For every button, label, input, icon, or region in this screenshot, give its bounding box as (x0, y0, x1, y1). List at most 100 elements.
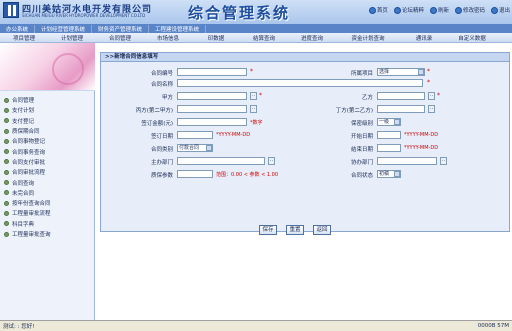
contract-name-label: 合同名称 (150, 82, 173, 88)
bullet-icon (4, 128, 9, 134)
contract-type-select[interactable]: 付款合同 (177, 144, 213, 152)
contract-name-input[interactable] (177, 79, 423, 87)
chevron-down-icon (206, 145, 212, 151)
secret-select[interactable]: 一级 (377, 118, 401, 126)
home-icon (368, 6, 376, 14)
contract-type-label: 合同类别 (150, 147, 173, 153)
forum-icon (393, 6, 401, 14)
party-b-input[interactable] (377, 92, 425, 100)
required-mark: * (259, 92, 262, 99)
company-logo (3, 2, 19, 18)
nav-construction[interactable]: 工程建设管理系统 (149, 24, 207, 33)
system-title: 综合管理系统 (188, 4, 291, 22)
contract-no-input[interactable] (177, 68, 247, 76)
bullet-icon (4, 118, 9, 124)
tab-print[interactable]: 印数据 (192, 34, 240, 42)
nav-office[interactable]: 办公系统 (0, 24, 36, 33)
home-link[interactable]: 首页 (368, 6, 388, 14)
chevron-down-icon (394, 119, 400, 125)
amount-input[interactable] (177, 118, 247, 126)
save-button[interactable]: 保存 (259, 225, 277, 235)
bullet-icon (4, 190, 9, 196)
party-d-input[interactable] (377, 105, 425, 113)
sidebar-item[interactable]: 未完合同 (4, 188, 94, 198)
party-d-label: 丁方(第二乙方) (335, 108, 373, 114)
tab-custom[interactable]: 自定义数据 (448, 34, 496, 42)
bullet-icon (4, 97, 9, 103)
required-mark: * (427, 79, 430, 86)
tab-market[interactable]: 市场信息 (144, 34, 192, 42)
back-button[interactable]: 返回 (313, 225, 331, 235)
sign-date-hint: *YYYY-MM-DD (216, 132, 251, 138)
bullet-icon (4, 200, 9, 206)
sidebar-item[interactable]: 质保期合同 (4, 126, 94, 136)
reset-button[interactable]: 重置 (286, 225, 304, 235)
tab-plan[interactable]: 计划管理 (48, 34, 96, 42)
logout-icon (490, 6, 498, 14)
end-date-hint: *YYYY-MM-DD (404, 145, 439, 151)
refresh-icon (429, 6, 437, 14)
tab-project[interactable]: 项目管理 (0, 34, 48, 42)
sidebar-item[interactable]: 合同支付审批 (4, 157, 94, 167)
tab-contract[interactable]: 合同管理 (96, 34, 144, 42)
party-a-picker-button[interactable]: .. (250, 92, 257, 100)
sidebar-item[interactable]: 支付计划 (4, 105, 94, 115)
sidebar-item[interactable]: 按年份查询合同 (4, 198, 94, 208)
sidebar-item[interactable]: 工程量审批流程 (4, 208, 94, 218)
party-c-input[interactable] (177, 105, 247, 113)
logout-link[interactable]: 退出 (490, 6, 510, 14)
party-c-picker-button[interactable]: .. (250, 105, 257, 113)
chevron-down-icon (418, 69, 424, 75)
status-right: 0000B 57M (477, 323, 509, 329)
start-date-input[interactable] (377, 131, 401, 139)
bullet-icon (4, 107, 9, 113)
party-c-label: 丙方(第二甲方) (135, 108, 173, 114)
sidebar-item[interactable]: 支付登记 (4, 116, 94, 126)
sidebar-item[interactable]: 合同事物登记 (4, 136, 94, 146)
sidebar-item[interactable]: 合同事务查询 (4, 146, 94, 156)
status-text: 测试: : 您好! (3, 324, 35, 330)
bullet-icon (4, 221, 9, 227)
main-content: >>新增合同信息填写 合同编号 * 所属项目 选择 * 合同名称 * 甲方 ..… (96, 43, 512, 320)
sidebar-item[interactable]: 工程量审批查询 (4, 229, 94, 239)
end-date-label: 结束日期 (350, 147, 373, 153)
amount-hint: *数字 (250, 120, 263, 126)
nav-finance[interactable]: 财务资产管理系统 (92, 24, 150, 33)
bullet-icon (4, 138, 9, 144)
bullet-icon (4, 159, 9, 165)
main-dept-picker-button[interactable]: .. (268, 157, 275, 165)
warranty-input[interactable] (177, 170, 213, 178)
tab-funding[interactable]: 资金计划查询 (336, 34, 400, 42)
bullet-icon (4, 231, 9, 237)
party-b-picker-button[interactable]: .. (428, 92, 435, 100)
sidebar-item[interactable]: 合同管理 (4, 95, 94, 105)
sidebar-menu: 合同管理 支付计划 支付登记 质保期合同 合同事物登记 合同事务查询 合同支付审… (0, 91, 94, 239)
main-dept-input[interactable] (177, 157, 265, 165)
assist-dept-picker-button[interactable]: .. (440, 157, 447, 165)
party-d-picker-button[interactable]: .. (428, 105, 435, 113)
bullet-icon (4, 210, 9, 216)
status-select[interactable]: 初稿 (377, 170, 401, 178)
refresh-link[interactable]: 刷新 (429, 6, 449, 14)
end-date-input[interactable] (377, 144, 401, 152)
assist-dept-input[interactable] (377, 157, 437, 165)
sidebar-item[interactable]: 科目字典 (4, 219, 94, 229)
nav-planning[interactable]: 计划经营管理系统 (35, 24, 93, 33)
party-a-input[interactable] (177, 92, 247, 100)
chevron-down-icon (394, 171, 400, 177)
change-password-link[interactable]: 修改密码 (454, 6, 485, 14)
sign-date-input[interactable] (177, 131, 213, 139)
secret-label: 保密级别 (350, 121, 373, 127)
main-dept-label: 主办部门 (150, 160, 173, 166)
tab-contacts[interactable]: 通讯录 (400, 34, 448, 42)
bullet-icon (4, 169, 9, 175)
sidebar-item[interactable]: 合同审批流程 (4, 167, 94, 177)
tab-progress[interactable]: 进度查询 (288, 34, 336, 42)
project-select[interactable]: 选择 (377, 68, 425, 76)
form-title: >>新增合同信息填写 (101, 53, 509, 62)
sidebar-item[interactable]: 合同查询 (4, 177, 94, 187)
party-a-label: 甲方 (161, 95, 173, 101)
start-date-label: 开始日期 (350, 134, 373, 140)
forum-link[interactable]: 论坛精粹 (393, 6, 424, 14)
tab-settlement[interactable]: 结算查询 (240, 34, 288, 42)
